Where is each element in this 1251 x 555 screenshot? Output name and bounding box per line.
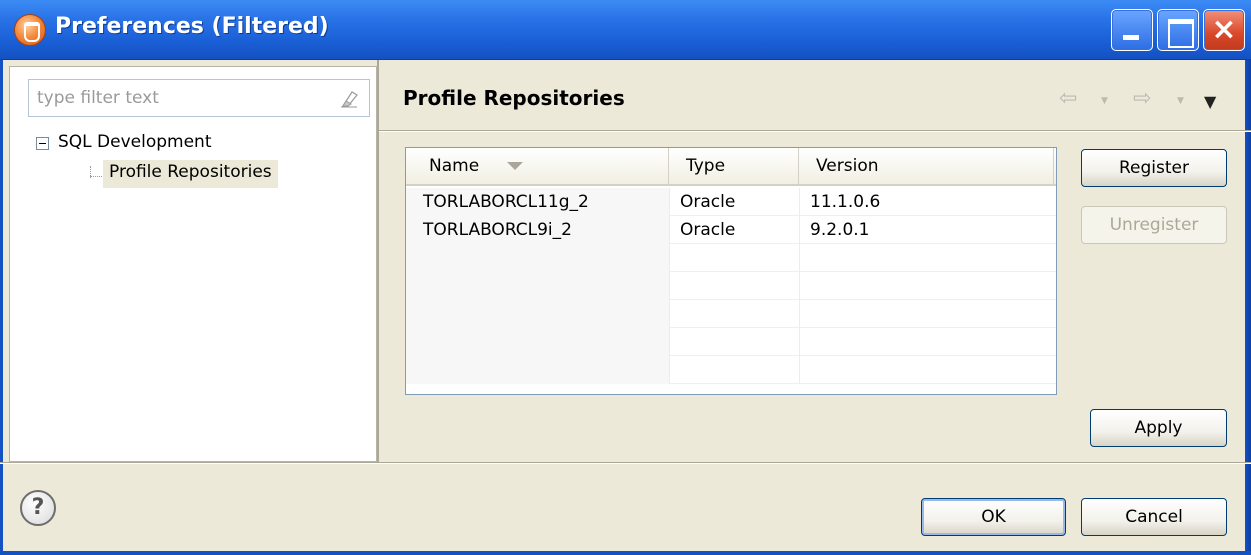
filter-box	[28, 79, 370, 117]
register-button[interactable]: Register	[1081, 149, 1227, 187]
window-title: Preferences (Filtered)	[55, 14, 329, 39]
table-row-empty	[406, 328, 1056, 356]
tree-item-label: SQL Development	[58, 132, 212, 152]
close-icon: ×	[1211, 12, 1237, 47]
preferences-app-icon	[14, 14, 46, 46]
cell-version: 9.2.0.1	[799, 216, 1056, 244]
forward-history-dropdown-icon[interactable]: ▼	[1177, 96, 1184, 106]
back-history-dropdown-icon[interactable]: ▼	[1101, 96, 1108, 106]
preference-tree-pane: SQL Development	[9, 66, 377, 462]
empty-cell	[799, 244, 1056, 272]
empty-cell	[669, 356, 799, 384]
ok-button[interactable]: OK	[921, 498, 1066, 536]
table-row-empty	[406, 356, 1056, 384]
empty-cell	[799, 300, 1056, 328]
window-border-right	[1245, 60, 1251, 555]
empty-cell	[406, 300, 669, 328]
window-border-bottom	[0, 551, 1251, 555]
maximize-button[interactable]	[1157, 9, 1199, 51]
column-header-name[interactable]: Name	[406, 148, 669, 184]
page-title: Profile Repositories	[403, 86, 625, 110]
table-header: Name Type Version	[406, 148, 1056, 186]
page-header: Profile Repositories ⇦ ▼ ⇨ ▼ ▼	[379, 66, 1245, 130]
table-row[interactable]: TORLABORCL11g_2 Oracle 11.1.0.6	[406, 188, 1056, 216]
apply-button[interactable]: Apply	[1090, 409, 1227, 447]
help-icon[interactable]: ?	[20, 490, 56, 526]
cell-type: Oracle	[669, 216, 799, 244]
back-arrow-icon[interactable]: ⇦	[1059, 88, 1077, 110]
preferences-dialog: Preferences (Filtered) × SQL Development…	[0, 0, 1251, 555]
empty-cell	[406, 272, 669, 300]
header-separator	[379, 130, 1251, 132]
empty-cell	[669, 328, 799, 356]
empty-cell	[406, 328, 669, 356]
collapse-icon[interactable]	[36, 137, 49, 150]
cancel-button[interactable]: Cancel	[1081, 498, 1227, 536]
minimize-button[interactable]	[1111, 9, 1153, 51]
footer-separator	[0, 462, 1251, 464]
eraser-icon[interactable]	[340, 90, 358, 108]
repositories-table[interactable]: Name Type Version TORLABORCL11g_2 Oracle…	[405, 147, 1057, 395]
table-row-empty	[406, 272, 1056, 300]
table-row-empty	[406, 244, 1056, 272]
tree-item-profile-repositories[interactable]: Profile Repositories	[103, 160, 278, 188]
tree-connector	[90, 176, 102, 177]
column-header-version[interactable]: Version	[799, 148, 1054, 184]
cell-name: TORLABORCL9i_2	[406, 216, 669, 244]
cell-type: Oracle	[669, 188, 799, 216]
title-bar[interactable]: Preferences (Filtered) ×	[0, 0, 1251, 60]
sort-descending-icon	[507, 162, 523, 170]
empty-cell	[406, 244, 669, 272]
empty-cell	[669, 244, 799, 272]
close-button[interactable]: ×	[1203, 9, 1245, 51]
window-border-left	[0, 60, 3, 555]
table-row-empty	[406, 300, 1056, 328]
empty-cell	[669, 300, 799, 328]
column-header-type[interactable]: Type	[669, 148, 799, 184]
forward-arrow-icon[interactable]: ⇨	[1133, 88, 1151, 110]
filter-input[interactable]	[35, 86, 315, 110]
cell-name: TORLABORCL11g_2	[406, 188, 669, 216]
empty-cell	[799, 356, 1056, 384]
empty-cell	[799, 272, 1056, 300]
view-menu-icon[interactable]: ▼	[1204, 92, 1216, 111]
unregister-button[interactable]: Unregister	[1081, 206, 1227, 244]
empty-cell	[669, 272, 799, 300]
empty-cell	[799, 328, 1056, 356]
empty-cell	[406, 356, 669, 384]
table-row[interactable]: TORLABORCL9i_2 Oracle 9.2.0.1	[406, 216, 1056, 244]
cell-version: 11.1.0.6	[799, 188, 1056, 216]
